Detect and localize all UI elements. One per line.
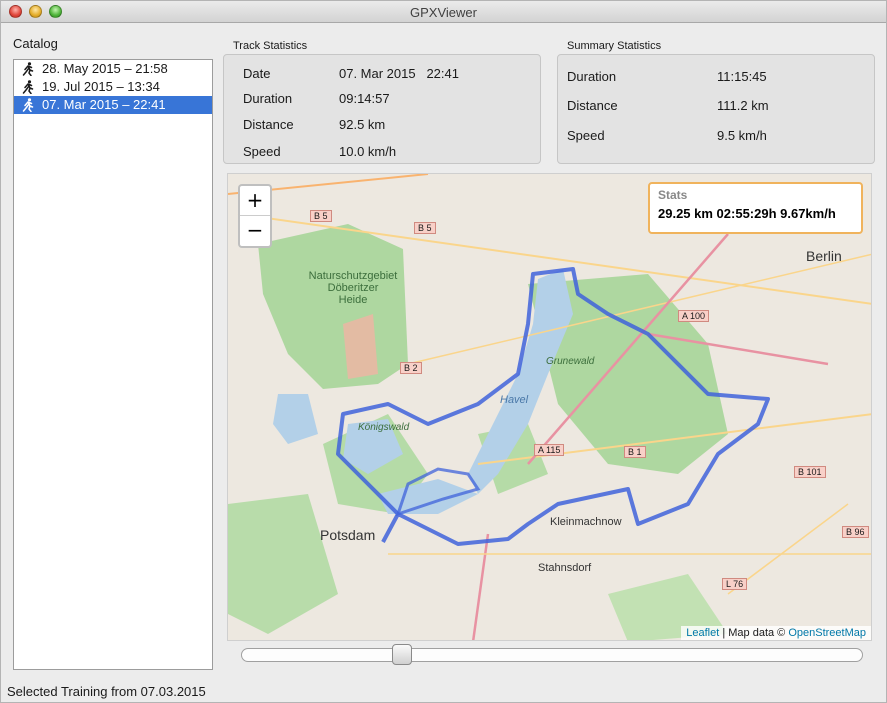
- map-view[interactable]: Naturschutzgebiet Döberitzer Heide Berli…: [227, 173, 872, 641]
- road-shield-b101: B 101: [794, 466, 826, 478]
- map-label-nsg-line3: Heide: [338, 294, 368, 306]
- openstreetmap-link[interactable]: OpenStreetMap: [788, 627, 866, 639]
- map-attribution: Leaflet | Map data © OpenStreetMap: [681, 626, 871, 640]
- track-position-slider[interactable]: [241, 648, 863, 662]
- stats-overlay-text: 29.25 km 02:55:29h 9.67km/h: [658, 206, 836, 221]
- track-duration-key: Duration: [243, 91, 293, 106]
- catalog-item[interactable]: 19. Jul 2015 – 13:34: [14, 78, 212, 96]
- map-label-nsg-line1: Naturschutzgebiet: [308, 270, 398, 282]
- track-duration-value: 09:14:57: [339, 91, 390, 106]
- track-date-key: Date: [243, 66, 271, 81]
- track-distance-key: Distance: [243, 117, 294, 132]
- summary-duration-value: 11:15:45: [717, 69, 767, 84]
- road-shield-b5: B 5: [310, 210, 332, 222]
- title-bar: GPXViewer: [1, 1, 886, 23]
- road-shield-b1: B 1: [624, 446, 646, 458]
- catalog-item-label: 07. Mar 2015 – 22:41: [42, 97, 166, 112]
- catalog-item-label: 28. May 2015 – 21:58: [42, 61, 168, 76]
- summary-speed-key: Speed: [567, 128, 605, 143]
- status-text: Selected Training from 07.03.2015: [7, 684, 206, 699]
- map-label-nsg-line2: Döberitzer: [327, 282, 379, 294]
- track-speed-key: Speed: [243, 144, 281, 159]
- map-label-berlin: Berlin: [806, 248, 842, 264]
- map-label-nsg: Naturschutzgebiet Döberitzer Heide: [298, 270, 408, 306]
- window-title: GPXViewer: [410, 5, 477, 20]
- runner-icon: [22, 62, 34, 76]
- attribution-separator: | Map data ©: [719, 627, 789, 639]
- track-speed-value: 10.0 km/h: [339, 144, 397, 159]
- map-label-kleinmachnow: Kleinmachnow: [550, 516, 622, 528]
- road-shield-b5: B 5: [414, 222, 436, 234]
- map-label-grunewald: Grunewald: [546, 356, 595, 367]
- main-window: GPXViewer Catalog 28. May 2015 – 21:58 1…: [0, 0, 887, 703]
- summary-distance-value: 111.2 km: [717, 98, 769, 113]
- map-label-potsdam: Potsdam: [320, 527, 376, 543]
- track-date-value: 07. Mar 2015 22:41: [339, 66, 459, 81]
- zoom-control: + −: [238, 184, 272, 248]
- slider-thumb[interactable]: [391, 644, 412, 665]
- runner-icon: [22, 80, 34, 94]
- catalog-item-selected[interactable]: 07. Mar 2015 – 22:41: [14, 96, 212, 114]
- catalog-item[interactable]: 28. May 2015 – 21:58: [14, 60, 212, 78]
- summary-speed-value: 9.5 km/h: [717, 128, 767, 143]
- zoom-in-button[interactable]: +: [240, 186, 270, 216]
- track-distance-value: 92.5 km: [339, 117, 386, 132]
- track-stats-label: Track Statistics: [233, 40, 308, 52]
- catalog-list[interactable]: 28. May 2015 – 21:58 19. Jul 2015 – 13:3…: [13, 59, 213, 670]
- road-shield-b96: B 96: [842, 526, 869, 538]
- zoom-out-button[interactable]: −: [240, 216, 270, 246]
- stats-overlay: Stats 29.25 km 02:55:29h 9.67km/h: [648, 182, 863, 234]
- summary-duration-key: Duration: [567, 69, 617, 84]
- runner-icon: [22, 98, 34, 112]
- road-shield-b2: B 2: [400, 362, 422, 374]
- summary-stats-label: Summary Statistics: [567, 40, 662, 52]
- road-shield-l76: L 76: [722, 578, 748, 590]
- map-label-koenigswald: Königswald: [358, 422, 410, 433]
- map-label-havel: Havel: [500, 394, 529, 406]
- summary-distance-key: Distance: [567, 98, 618, 113]
- stats-overlay-title: Stats: [658, 188, 688, 202]
- map-label-stahnsdorf: Stahnsdorf: [538, 562, 592, 574]
- catalog-label: Catalog: [13, 36, 58, 51]
- road-shield-a115: A 115: [534, 444, 565, 456]
- catalog-item-label: 19. Jul 2015 – 13:34: [42, 79, 160, 94]
- road-shield-a100: A 100: [678, 310, 710, 322]
- leaflet-link[interactable]: Leaflet: [686, 627, 719, 639]
